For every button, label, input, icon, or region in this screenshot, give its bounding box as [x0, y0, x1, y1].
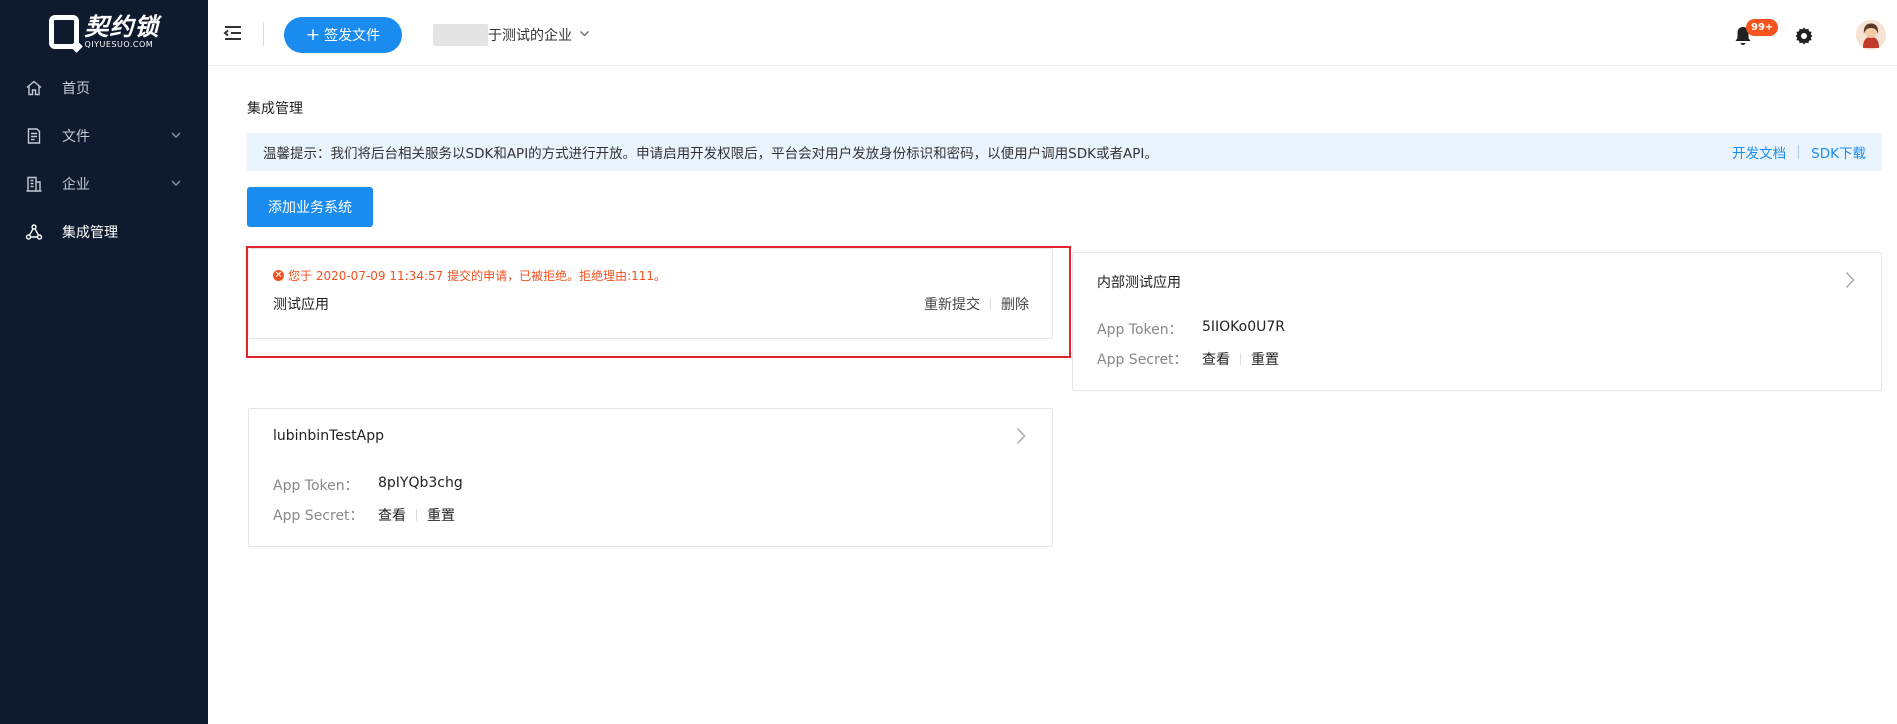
app-token-value: 5IIOKo0U7R — [1202, 319, 1286, 335]
app-card[interactable]: 内部测试应用 App Token： 5IIOKo0U7R App Secret：… — [1072, 252, 1882, 391]
divider — [1240, 353, 1241, 365]
menu-fold-icon[interactable] — [223, 24, 243, 42]
building-icon — [24, 174, 44, 194]
rejection-message: × 您于 2020-07-09 11:34:57 提交的申请，已被拒绝。拒绝理由… — [273, 267, 666, 284]
sidebar-item-home[interactable]: 首页 — [0, 64, 208, 112]
top-header: + 签发文件 于测试的企业 99+ — [208, 0, 1897, 66]
app-secret-label: App Secret： — [1097, 352, 1188, 368]
divider — [416, 509, 417, 521]
app-token-value: 8pIYQb3chg — [378, 475, 463, 491]
rejected-app-card: × 您于 2020-07-09 11:34:57 提交的申请，已被拒绝。拒绝理由… — [248, 248, 1053, 339]
company-name-redacted — [433, 24, 488, 46]
logo-text: 契约锁 — [84, 13, 160, 41]
dev-docs-link[interactable]: 开发文档 — [1732, 142, 1786, 162]
chevron-down-icon — [170, 129, 182, 145]
sidebar-item-label: 文件 — [62, 129, 90, 145]
app-name: 测试应用 — [273, 297, 329, 313]
logo-subtext: QIYUESUO.COM — [84, 40, 154, 49]
chevron-right-icon[interactable] — [1016, 427, 1026, 449]
error-icon: × — [273, 270, 284, 281]
sidebar-item-files[interactable]: 文件 — [0, 112, 208, 160]
app-name: lubinbinTestApp — [273, 428, 384, 444]
sign-document-label: 签发文件 — [324, 28, 381, 44]
logo-mark — [48, 15, 79, 49]
company-switcher[interactable]: 于测试的企业 — [433, 24, 590, 46]
delete-button[interactable]: 删除 — [1001, 294, 1029, 314]
file-icon — [24, 126, 44, 146]
company-name: 于测试的企业 — [488, 28, 572, 44]
notification-badge: 99+ — [1746, 19, 1779, 36]
tip-text: 温馨提示：我们将后台相关服务以SDK和API的方式进行开放。申请启用开发权限后，… — [263, 146, 1158, 162]
sidebar-item-enterprise[interactable]: 企业 — [0, 160, 208, 208]
sdk-download-link[interactable]: SDK下载 — [1811, 142, 1866, 162]
sidebar-item-label: 集成管理 — [62, 225, 118, 241]
page-title: 集成管理 — [247, 101, 303, 117]
app-secret-label: App Secret： — [273, 508, 364, 524]
gear-icon[interactable] — [1794, 26, 1814, 46]
network-icon — [24, 222, 44, 242]
chevron-down-icon — [572, 27, 590, 43]
app-name: 内部测试应用 — [1097, 275, 1181, 291]
divider — [1798, 145, 1800, 159]
sidebar-item-integration[interactable]: 集成管理 — [0, 208, 208, 256]
main-content: 集成管理 温馨提示：我们将后台相关服务以SDK和API的方式进行开放。申请启用开… — [208, 66, 1897, 724]
view-secret-button[interactable]: 查看 — [1202, 349, 1230, 369]
sidebar-item-label: 首页 — [62, 81, 90, 97]
chevron-right-icon[interactable] — [1845, 271, 1855, 293]
app-token-label: App Token： — [273, 478, 359, 494]
add-business-system-button[interactable]: 添加业务系统 — [247, 187, 373, 227]
logo[interactable]: 契约锁 QIYUESUO.COM — [0, 0, 208, 64]
app-card[interactable]: lubinbinTestApp App Token： 8pIYQb3chg Ap… — [248, 408, 1053, 547]
tip-bar: 温馨提示：我们将后台相关服务以SDK和API的方式进行开放。申请启用开发权限后，… — [247, 133, 1882, 171]
plus-icon: + — [305, 24, 321, 45]
sidebar-item-label: 企业 — [62, 177, 90, 193]
home-icon — [24, 78, 44, 98]
reset-secret-button[interactable]: 重置 — [427, 505, 455, 525]
divider — [263, 22, 264, 46]
divider — [990, 298, 991, 310]
chevron-down-icon — [170, 177, 182, 193]
view-secret-button[interactable]: 查看 — [378, 505, 406, 525]
sidebar: 契约锁 QIYUESUO.COM 首页 文件 企业 集成管理 — [0, 0, 208, 724]
resubmit-button[interactable]: 重新提交 — [924, 294, 980, 314]
sign-document-button[interactable]: + 签发文件 — [284, 17, 402, 53]
rejection-text: 您于 2020-07-09 11:34:57 提交的申请，已被拒绝。拒绝理由:1… — [288, 269, 667, 283]
reset-secret-button[interactable]: 重置 — [1251, 349, 1279, 369]
app-token-label: App Token： — [1097, 322, 1183, 338]
avatar[interactable] — [1856, 20, 1886, 50]
